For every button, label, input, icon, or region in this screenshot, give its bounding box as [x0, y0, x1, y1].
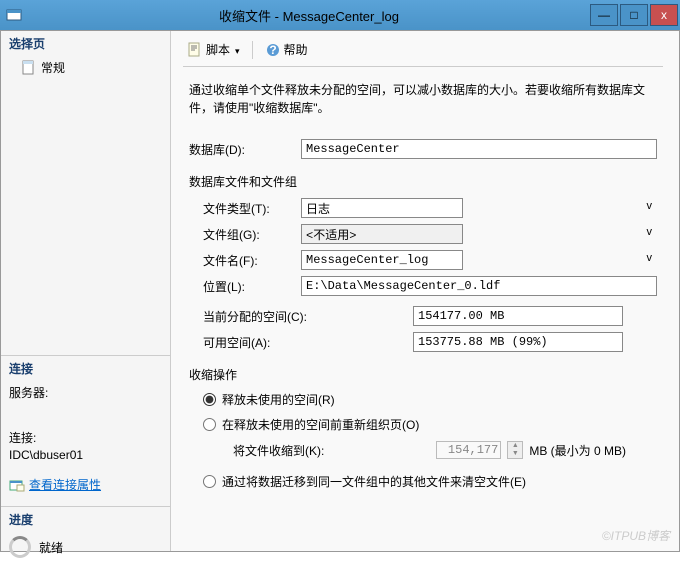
- chevron-down-icon: [233, 43, 240, 57]
- select-page-header: 选择页: [1, 31, 170, 56]
- help-icon: ?: [265, 42, 281, 58]
- spinner-updown[interactable]: ▲▼: [507, 441, 523, 459]
- page-icon: [21, 60, 37, 76]
- filetype-select[interactable]: [301, 198, 463, 218]
- svg-text:?: ?: [269, 43, 276, 57]
- sidebar: 选择页 常规 连接 服务器: 连接: IDC\dbuser01 查看连接属性 进…: [1, 31, 171, 551]
- filegroup-label: 文件组(G):: [203, 226, 301, 243]
- available-label: 可用空间(A):: [203, 334, 333, 351]
- progress-header: 进度: [1, 507, 170, 532]
- close-button[interactable]: x: [650, 4, 678, 26]
- connection-value: IDC\dbuser01: [9, 448, 83, 462]
- minimize-button[interactable]: —: [590, 4, 618, 26]
- main-panel: 脚本 ? 帮助 通过收缩单个文件释放未分配的空间，可以减小数据库的大小。若要收缩…: [171, 31, 679, 551]
- view-props-link[interactable]: 查看连接属性: [29, 476, 101, 493]
- files-section-title: 数据库文件和文件组: [189, 173, 657, 190]
- shrink-to-input[interactable]: 154,177: [436, 441, 501, 459]
- window-title: 收缩文件 - MessageCenter_log: [28, 6, 590, 25]
- server-label: 服务器:: [9, 384, 48, 401]
- radio-empty-file[interactable]: [203, 475, 216, 488]
- connection-label: 连接:: [9, 429, 36, 446]
- maximize-button[interactable]: □: [620, 4, 648, 26]
- shrink-to-unit: MB (最小为 0 MB): [529, 442, 626, 459]
- radio-empty-label: 通过将数据迁移到同一文件组中的其他文件来清空文件(E): [222, 473, 526, 490]
- down-arrow-icon: ▼: [508, 450, 522, 458]
- window-titlebar: 收缩文件 - MessageCenter_log — □ x: [0, 0, 680, 30]
- toolbar: 脚本 ? 帮助: [183, 39, 663, 67]
- filename-label: 文件名(F):: [203, 252, 301, 269]
- help-button[interactable]: ? 帮助: [261, 39, 312, 60]
- view-connection-props[interactable]: 查看连接属性: [1, 473, 170, 496]
- available-field: [413, 332, 623, 352]
- app-icon: [6, 7, 22, 23]
- connection-header: 连接: [1, 356, 170, 381]
- properties-icon: [9, 477, 25, 493]
- sidebar-item-general[interactable]: 常规: [1, 56, 170, 79]
- database-field: [301, 139, 657, 159]
- location-label: 位置(L):: [203, 278, 301, 295]
- up-arrow-icon: ▲: [508, 442, 522, 450]
- radio-release-label: 释放未使用的空间(R): [222, 391, 335, 408]
- radio-reorganize[interactable]: [203, 418, 216, 431]
- shrink-section-title: 收缩操作: [189, 366, 657, 383]
- allocated-label: 当前分配的空间(C):: [203, 308, 333, 325]
- filename-select[interactable]: [301, 250, 463, 270]
- location-field: [301, 276, 657, 296]
- script-icon: [187, 42, 203, 58]
- description-text: 通过收缩单个文件释放未分配的空间，可以减小数据库的大小。若要收缩所有数据库文件，…: [189, 81, 657, 117]
- filetype-label: 文件类型(T):: [203, 200, 301, 217]
- watermark: ©ITPUB博客: [602, 527, 670, 544]
- allocated-field: [413, 306, 623, 326]
- filegroup-select: [301, 224, 463, 244]
- shrink-to-label: 将文件收缩到(K):: [233, 442, 324, 459]
- sidebar-item-label: 常规: [41, 59, 65, 76]
- radio-reorg-label: 在释放未使用的空间前重新组织页(O): [222, 416, 419, 433]
- status-text: 就绪: [39, 539, 63, 556]
- spinner-icon: [9, 536, 31, 558]
- database-label: 数据库(D):: [189, 141, 301, 158]
- status-ready: 就绪: [1, 532, 170, 562]
- script-button[interactable]: 脚本: [183, 39, 244, 60]
- radio-release-unused[interactable]: [203, 393, 216, 406]
